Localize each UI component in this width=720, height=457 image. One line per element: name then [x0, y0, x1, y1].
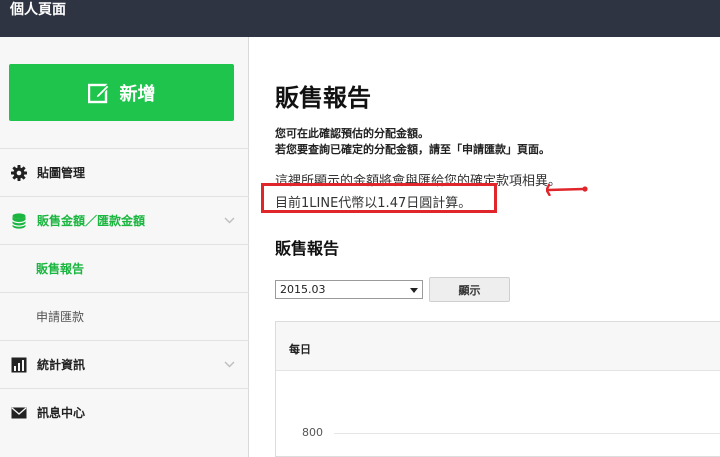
bar-chart-icon: [10, 356, 28, 374]
envelope-icon: [10, 404, 28, 422]
sidebar-item-label: 統計資訊: [37, 358, 86, 372]
month-select[interactable]: 2015.03: [275, 280, 423, 299]
sidebar-item-label: 申請匯款: [36, 310, 85, 324]
chart-header-label: 每日: [289, 343, 311, 356]
section-title: 販售報告: [275, 239, 340, 258]
description-line-1: 您可在此確認預估的分配金額。: [275, 127, 429, 140]
new-button-label: 新增: [119, 83, 156, 105]
show-button[interactable]: 顯示: [429, 277, 510, 302]
sidebar-item-label: 訊息中心: [37, 406, 86, 420]
sidebar-item-label: 販售金額／匯款金額: [37, 214, 146, 228]
app-title: 個人頁面: [10, 2, 66, 18]
sidebar-item-sticker-management[interactable]: 貼圖管理: [0, 148, 249, 196]
new-button[interactable]: 新增: [9, 64, 234, 121]
top-bar: 個人頁面: [0, 0, 720, 37]
chart-header: 每日: [276, 322, 720, 371]
chevron-down-icon: [224, 213, 235, 227]
sidebar-item-remittance-request[interactable]: 申請匯款: [0, 292, 249, 340]
page-title: 販售報告: [275, 84, 371, 112]
sidebar-item-statistics[interactable]: 統計資訊: [0, 340, 249, 388]
main-content: 販售報告 您可在此確認預估的分配金額。 若您要查詢已確定的分配金額，請至「申請匯…: [250, 37, 720, 457]
sidebar-nav: 貼圖管理 販售金額／匯款金額 販售報告 申請匯款 統計資訊 訊息中心: [0, 148, 249, 436]
caret-down-icon: [410, 288, 418, 293]
y-tick-label: 800: [302, 426, 323, 439]
arrow-annotation-icon: [546, 184, 588, 196]
daily-chart-panel: 每日 800: [275, 321, 720, 457]
sidebar-item-sales-amount[interactable]: 販售金額／匯款金額: [0, 196, 249, 244]
sidebar-item-sales-report[interactable]: 販售報告: [0, 244, 249, 292]
gear-icon: [10, 164, 28, 182]
chart-gridline: [334, 433, 720, 434]
edit-icon: [87, 82, 110, 104]
database-icon: [10, 212, 28, 230]
sidebar-item-label: 販售報告: [36, 262, 85, 276]
sidebar: 新增 貼圖管理 販售金額／匯款金額 販售報告 申請匯款 統計資訊 訊息中心: [0, 37, 249, 457]
month-select-value: 2015.03: [280, 283, 326, 296]
description-line-2: 若您要查詢已確定的分配金額，請至「申請匯款」頁面。: [275, 143, 550, 156]
sidebar-item-label: 貼圖管理: [37, 166, 86, 180]
highlight-box: [261, 183, 497, 213]
chevron-down-icon: [224, 357, 235, 371]
sidebar-item-message-center[interactable]: 訊息中心: [0, 388, 249, 436]
